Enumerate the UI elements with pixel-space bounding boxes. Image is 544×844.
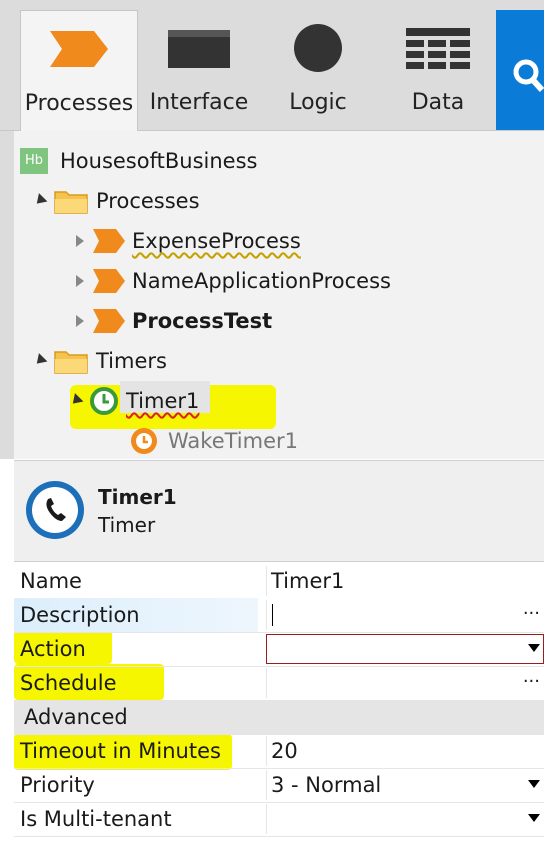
dropdown-arrow-icon[interactable] — [528, 780, 540, 788]
tree-item-label: ProcessTest — [132, 309, 273, 333]
tree-item-process[interactable]: ProcessTest — [74, 305, 374, 337]
module-badge: Hb — [20, 148, 48, 174]
expand-arrow-icon[interactable] — [68, 393, 84, 408]
tree-item-timer[interactable]: Timer1 — [68, 385, 268, 417]
search-button[interactable] — [496, 10, 544, 130]
tree-item-label: NameApplicationProcess — [132, 269, 391, 293]
ellipsis-button[interactable]: ... — [523, 666, 540, 687]
tab-label: Logic — [289, 90, 347, 115]
tree-item-label: ExpenseProcess — [132, 229, 301, 253]
process-icon — [93, 309, 125, 333]
collapse-arrow-icon[interactable] — [76, 315, 84, 327]
tab-processes[interactable]: Processes — [20, 10, 138, 131]
property-label: Action — [20, 637, 86, 661]
property-label: Name — [20, 569, 82, 593]
text-cursor — [272, 604, 273, 626]
tree-item-label: Timer1 — [126, 389, 200, 413]
tree-folder-processes[interactable]: Processes — [32, 185, 234, 217]
property-group-advanced[interactable]: Advanced — [14, 700, 544, 735]
property-row-multitenant: Is Multi-tenant — [14, 802, 544, 837]
tree-item-process[interactable]: NameApplicationProcess — [74, 265, 474, 297]
clock-icon — [90, 387, 118, 415]
property-row-action: Action — [14, 632, 544, 667]
property-row-description: Description ... — [14, 598, 544, 633]
process-icon — [93, 229, 125, 253]
name-value[interactable]: Timer1 — [266, 566, 544, 596]
property-label: Timeout in Minutes — [20, 739, 221, 763]
process-icon — [93, 269, 125, 293]
details-header: Timer1 Timer — [14, 460, 544, 562]
details-subtitle: Timer — [98, 513, 156, 537]
dropdown-arrow-icon[interactable] — [528, 644, 540, 652]
property-label: Is Multi-tenant — [20, 807, 172, 831]
tab-label: Data — [411, 90, 465, 115]
collapse-arrow-icon[interactable] — [76, 235, 84, 247]
priority-select[interactable]: 3 - Normal — [266, 770, 544, 800]
expand-arrow-icon[interactable] — [32, 193, 48, 208]
tab-label: Interface — [149, 90, 249, 115]
process-icon — [50, 31, 108, 67]
tab-label: Processes — [24, 91, 134, 116]
action-select[interactable] — [266, 634, 544, 664]
ellipsis-button[interactable]: ... — [523, 598, 540, 619]
property-label: Schedule — [20, 671, 117, 695]
property-row-priority: Priority 3 - Normal — [14, 768, 544, 803]
window-icon — [168, 30, 230, 68]
property-row-name: Name Timer1 — [14, 564, 544, 599]
tab-data[interactable]: Data — [380, 10, 496, 130]
multitenant-select[interactable] — [266, 804, 544, 834]
tree-item-process[interactable]: ExpenseProcess — [74, 225, 374, 257]
tree-folder-timers[interactable]: Timers — [32, 345, 234, 377]
folder-icon — [54, 351, 88, 374]
property-label: Description — [14, 598, 258, 632]
description-input[interactable] — [266, 600, 544, 630]
property-label: Priority — [20, 773, 95, 797]
tab-logic[interactable]: Logic — [260, 10, 376, 130]
details-title: Timer1 — [98, 485, 177, 509]
timer-icon — [26, 481, 84, 539]
folder-label: Timers — [96, 349, 167, 373]
timeout-input[interactable]: 20 — [266, 736, 544, 766]
search-icon — [513, 59, 544, 93]
group-label: Advanced — [24, 705, 128, 729]
grid-icon — [406, 28, 470, 69]
element-tree: Hb HousesoftBusiness Processes ExpensePr… — [0, 131, 544, 459]
tree-root-label: HousesoftBusiness — [60, 149, 258, 173]
toolbar-tabs: Processes Interface Logic Data — [0, 0, 544, 131]
expand-arrow-icon[interactable] — [32, 353, 48, 368]
tree-item-label: WakeTimer1 — [168, 429, 299, 453]
folder-icon — [54, 191, 88, 214]
schedule-input[interactable] — [266, 668, 544, 698]
folder-label: Processes — [96, 189, 200, 213]
property-row-schedule: Schedule ... — [14, 666, 544, 701]
tab-interface[interactable]: Interface — [140, 10, 258, 130]
collapse-arrow-icon[interactable] — [76, 275, 84, 287]
wake-timer-icon — [131, 428, 157, 454]
tree-item-wake-timer[interactable]: WakeTimer1 — [130, 425, 350, 457]
circle-icon — [294, 24, 342, 72]
property-row-timeout: Timeout in Minutes 20 — [14, 734, 544, 769]
dropdown-arrow-icon[interactable] — [528, 814, 540, 822]
